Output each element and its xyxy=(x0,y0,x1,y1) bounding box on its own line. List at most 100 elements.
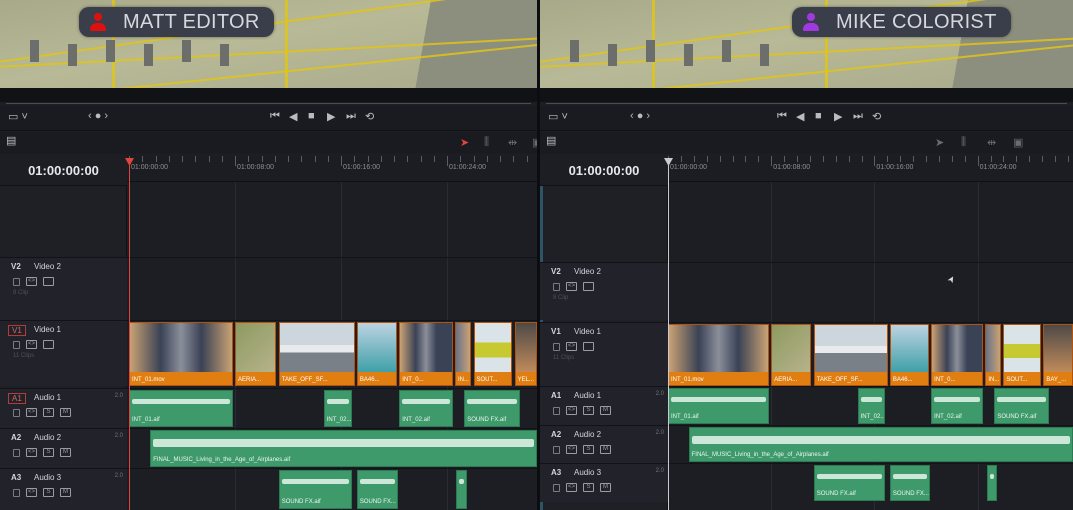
skip-to-start-icon[interactable]: ⏮ xyxy=(270,110,280,123)
video-clip[interactable]: SOUT... xyxy=(473,322,513,386)
solo-button[interactable]: S xyxy=(43,448,54,457)
track-name[interactable]: Audio 3 xyxy=(34,473,61,482)
track-id[interactable]: A1 xyxy=(8,393,26,404)
viewer-size-dropdown[interactable]: ▭ ˅ xyxy=(548,110,568,123)
auto-select-icon[interactable]: <> xyxy=(26,488,37,497)
video-clip[interactable]: AERIA... xyxy=(771,324,812,386)
track-id[interactable]: V1 xyxy=(8,325,26,336)
track-header[interactable]: A3 Audio 3 2.0 <> S M xyxy=(0,469,127,510)
audio-clip[interactable]: FINAL_MUSIC_Living_in_the_Age_of_Airplan… xyxy=(150,430,537,467)
track-name[interactable]: Audio 2 xyxy=(574,430,601,439)
auto-select-icon[interactable]: <> xyxy=(26,277,37,286)
stop-icon[interactable]: ■ xyxy=(308,110,315,122)
mute-button[interactable]: M xyxy=(60,408,71,417)
lock-track-icon[interactable] xyxy=(553,343,560,351)
audio-clip[interactable]: SOUND FX... xyxy=(889,465,931,501)
lock-track-icon[interactable] xyxy=(13,341,20,349)
video-clip[interactable]: INT_0... xyxy=(931,324,984,386)
auto-select-icon[interactable]: <> xyxy=(566,406,577,415)
clip-navigation[interactable]: ‹ ● › xyxy=(630,110,650,122)
playhead[interactable] xyxy=(668,160,669,510)
timeline-ruler[interactable]: 01:00:00:00 01:00:08:00 01:00:16:00 01:00:2… xyxy=(668,156,1073,182)
play-icon[interactable]: ▶ xyxy=(327,110,335,123)
blade-tool-icon[interactable]: ⇹ xyxy=(987,136,996,149)
track-id[interactable]: A2 xyxy=(8,433,24,442)
audio-clip[interactable]: INT_02... xyxy=(323,390,352,427)
viewer-scrubber[interactable] xyxy=(546,103,1067,104)
track-visibility-icon[interactable] xyxy=(583,342,594,351)
track-header[interactable]: A1 Audio 1 2.0 <> S M xyxy=(0,389,127,428)
skip-to-start-icon[interactable]: ⏮ xyxy=(777,110,787,123)
audio-clip[interactable]: FINAL_MUSIC_Living_in_the_Age_of_Airplan… xyxy=(688,427,1073,462)
audio-clip[interactable]: SOUND FX.aif xyxy=(464,390,521,427)
audio-clip[interactable]: INT_01.aif xyxy=(668,388,769,424)
video-clip[interactable]: YEL... xyxy=(514,322,537,386)
track-name[interactable]: Video 2 xyxy=(34,262,61,271)
audio-clip[interactable]: INT_02.aif xyxy=(931,388,984,424)
audio-clip[interactable]: SOUND FX.aif xyxy=(813,465,885,501)
audio-clip[interactable]: SOUND FX.aif xyxy=(994,388,1049,424)
step-back-icon[interactable]: ◀ xyxy=(796,110,804,123)
audio-clip[interactable]: INT_02.aif xyxy=(399,390,453,427)
mute-button[interactable]: M xyxy=(60,488,71,497)
timeline-ruler[interactable]: 01:00:00:00 01:00:08:00 01:00:16:00 01:00:2… xyxy=(127,156,537,182)
auto-select-icon[interactable]: <> xyxy=(26,448,37,457)
track-header[interactable]: V2 Video 2 <> 8 Clip xyxy=(540,263,668,320)
viewer-scrubber[interactable] xyxy=(6,103,531,104)
video-clip[interactable]: IN... xyxy=(985,324,1002,386)
track-id[interactable]: A1 xyxy=(548,391,564,400)
track-header[interactable]: A1 Audio 1 2.0 <> S M xyxy=(540,387,668,425)
audio-clip[interactable]: INT_02... xyxy=(857,388,885,424)
selection-tool-icon[interactable]: ➤ xyxy=(935,136,944,149)
track-id[interactable]: V2 xyxy=(8,262,24,271)
mute-button[interactable]: M xyxy=(60,448,71,457)
track-name[interactable]: Audio 2 xyxy=(34,433,61,442)
track-header[interactable]: V2 Video 2 <> 8 Clip xyxy=(0,258,127,320)
track-name[interactable]: Video 1 xyxy=(34,325,61,334)
lock-track-icon[interactable] xyxy=(13,489,20,497)
video-clip[interactable]: IN... xyxy=(454,322,472,386)
solo-button[interactable]: S xyxy=(583,406,594,415)
track-visibility-icon[interactable] xyxy=(583,282,594,291)
track-id[interactable]: A3 xyxy=(8,473,24,482)
track-name[interactable]: Audio 1 xyxy=(34,393,61,402)
mute-button[interactable]: M xyxy=(600,483,611,492)
auto-select-icon[interactable]: <> xyxy=(26,340,37,349)
lock-track-icon[interactable] xyxy=(13,409,20,417)
audio-clip[interactable]: SOUND FX.aif xyxy=(278,470,352,509)
track-header[interactable]: V1 Video 1 <> 11 Clips xyxy=(540,323,668,386)
skip-to-end-icon[interactable]: ⏭ xyxy=(853,110,863,123)
video-clip[interactable]: INT_01.mov xyxy=(668,324,769,386)
timeline-view-options-icon[interactable]: ▤ xyxy=(6,134,16,147)
track-id[interactable]: A2 xyxy=(548,430,564,439)
audio-clip[interactable] xyxy=(986,465,998,501)
track-visibility-icon[interactable] xyxy=(43,340,54,349)
timeline-view-options-icon[interactable]: ▤ xyxy=(546,134,556,147)
track-id[interactable]: A3 xyxy=(548,468,564,477)
lock-track-icon[interactable] xyxy=(553,446,560,454)
audio-clip[interactable]: INT_01.aif xyxy=(129,390,233,427)
track-name[interactable]: Audio 3 xyxy=(574,468,601,477)
mute-button[interactable]: M xyxy=(600,445,611,454)
track-header[interactable]: A2 Audio 2 2.0 <> S M xyxy=(540,426,668,463)
solo-button[interactable]: S xyxy=(43,488,54,497)
loop-icon[interactable]: ⟲ xyxy=(872,110,881,123)
track-header[interactable]: A2 Audio 2 2.0 <> S M xyxy=(0,429,127,468)
video-clip[interactable]: BA46... xyxy=(356,322,397,386)
video-clip[interactable]: AERIA... xyxy=(235,322,277,386)
track-name[interactable]: Audio 1 xyxy=(574,391,601,400)
loop-icon[interactable]: ⟲ xyxy=(365,110,374,123)
stop-icon[interactable]: ■ xyxy=(815,110,822,122)
track-name[interactable]: Video 2 xyxy=(574,267,601,276)
blade-tool-icon[interactable]: ⇹ xyxy=(508,136,517,149)
video-clip[interactable]: TAKE_OFF_SF... xyxy=(278,322,355,386)
track-name[interactable]: Video 1 xyxy=(574,327,601,336)
track-id[interactable]: V2 xyxy=(548,267,564,276)
solo-button[interactable]: S xyxy=(583,445,594,454)
play-icon[interactable]: ▶ xyxy=(834,110,842,123)
lock-track-icon[interactable] xyxy=(13,278,20,286)
trim-tool-icon[interactable]: ⫼ xyxy=(961,136,966,149)
video-clip[interactable]: TAKE_OFF_SF... xyxy=(813,324,888,386)
video-clip[interactable]: SOUT... xyxy=(1003,324,1042,386)
trim-tool-icon[interactable]: ⫼ xyxy=(484,136,489,149)
